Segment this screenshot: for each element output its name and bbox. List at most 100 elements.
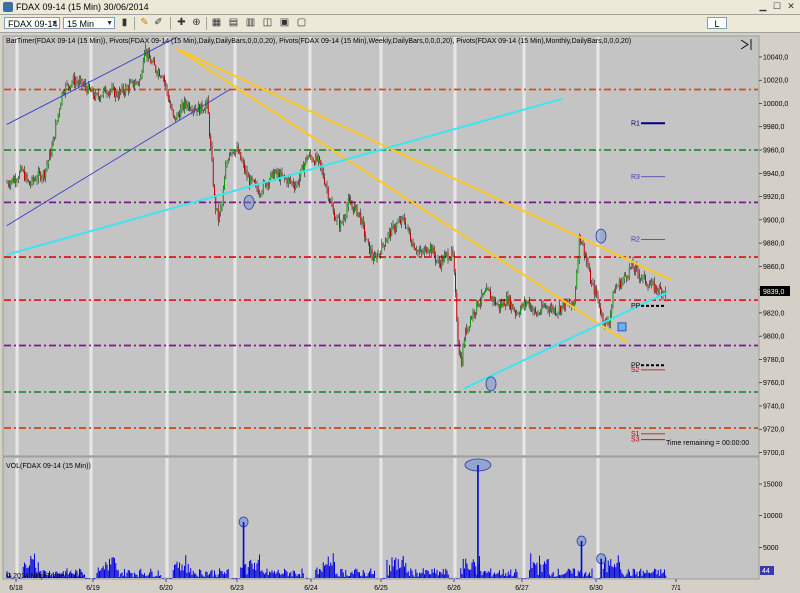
price-bar-body <box>506 295 508 306</box>
toolbar-divider <box>134 17 135 30</box>
price-bar-body <box>487 287 489 290</box>
price-bar-body <box>622 279 624 282</box>
maximize-icon[interactable]: ☐ <box>770 1 784 12</box>
price-bar-body <box>147 52 149 58</box>
properties-icon[interactable]: ▤ <box>227 17 240 29</box>
price-bar-body <box>653 281 655 292</box>
price-bar-body <box>6 182 8 184</box>
price-bar-body <box>387 233 389 240</box>
price-bar-body <box>221 202 223 207</box>
price-bar-body <box>281 172 283 176</box>
price-bar-body <box>374 255 375 261</box>
strategy-icon[interactable]: ◫ <box>261 17 274 29</box>
chart-area[interactable]: R1R3R2PPPPS2S1S3 10040,010020,010000,099… <box>0 33 800 593</box>
pivot-label: S3 <box>631 437 640 444</box>
price-bar-body <box>518 313 520 315</box>
last-price-marker: 9839,0 <box>760 286 790 296</box>
crosshair-icon[interactable]: ✚ <box>175 17 188 29</box>
price-bar-body <box>249 177 250 185</box>
price-bar-body <box>452 249 454 255</box>
pencil-icon[interactable]: ✐ <box>152 17 165 29</box>
price-bar-body <box>637 268 639 274</box>
price-bar-body <box>131 80 133 82</box>
price-bar-body <box>207 99 209 114</box>
price-bar-body <box>215 195 217 210</box>
price-bar-body <box>187 103 189 108</box>
instrument-select[interactable]: FDAX 09-14 ▼ <box>4 17 60 29</box>
zoom-icon[interactable]: ⊕ <box>190 17 203 29</box>
price-bar-body <box>613 291 615 294</box>
price-bar-body <box>200 103 202 115</box>
price-bar-body <box>55 123 57 139</box>
screenshot-icon[interactable]: ▢ <box>295 17 308 29</box>
price-bar-body <box>533 308 535 311</box>
time-axis-label: 6/20 <box>159 585 173 592</box>
price-bar-body <box>495 298 496 305</box>
price-bar-body <box>122 86 124 93</box>
magic-wand-icon[interactable]: ✎ <box>138 17 151 29</box>
price-bar-body <box>415 249 416 251</box>
price-bar-body <box>66 83 68 85</box>
price-bar-body <box>216 208 218 210</box>
price-bar-body <box>553 308 555 312</box>
price-axis-label: 10000,0 <box>763 101 788 108</box>
price-axis-label: 9760,0 <box>763 380 785 387</box>
price-bar-body <box>352 206 354 212</box>
close-icon[interactable]: ✕ <box>784 1 798 12</box>
window-title: FDAX 09-14 (15 Min) 30/06/2014 <box>16 2 149 12</box>
chart-trader-icon[interactable]: ▣ <box>278 17 291 29</box>
price-bar-body <box>537 313 539 316</box>
price-bar-body <box>366 239 368 241</box>
price-bar-body <box>337 217 339 218</box>
bar-chart-icon[interactable]: ▮ <box>118 17 131 29</box>
price-bar-body <box>317 156 319 162</box>
price-bar-body <box>124 92 125 94</box>
price-bar-body <box>255 182 257 184</box>
indicator-icon[interactable]: ▥ <box>244 17 257 29</box>
price-bar-body <box>356 205 358 216</box>
price-bar-body <box>182 103 184 110</box>
price-bar-body <box>246 170 248 178</box>
price-bar-body <box>251 176 253 181</box>
price-bar-body <box>20 167 22 172</box>
price-bar-body <box>376 255 378 260</box>
price-bar-body <box>42 171 44 178</box>
price-bar-body <box>135 81 137 85</box>
price-bar-body <box>307 156 309 160</box>
link-button[interactable]: L <box>707 17 727 29</box>
minimize-icon[interactable]: ▁ <box>756 1 770 12</box>
price-bar-body <box>94 95 95 99</box>
price-axis-label: 9880,0 <box>763 241 785 248</box>
price-bar-body <box>615 287 616 294</box>
price-bar-body <box>437 260 439 261</box>
price-bar-body <box>453 254 455 273</box>
price-bar-body <box>555 308 556 315</box>
volume-panel-header: VOL(FDAX 09-14 (15 Min)) <box>6 463 91 470</box>
volume-axis-label: 15000 <box>763 482 783 489</box>
price-bar-body <box>402 217 404 218</box>
pivot-label: PP <box>631 303 641 310</box>
price-bar-body <box>289 178 290 180</box>
price-bar-body <box>406 227 408 229</box>
price-bar-body <box>285 177 287 179</box>
price-bar-body <box>109 92 110 95</box>
data-box-icon[interactable]: ▦ <box>210 17 223 29</box>
price-axis-label: 9980,0 <box>763 124 785 131</box>
price-bar-body <box>401 217 403 224</box>
price-bar-body <box>271 170 273 174</box>
price-bar-body <box>64 93 65 94</box>
copyright-label: © 2014 NinjaTrader, LLC <box>6 572 83 580</box>
price-bar-body <box>636 266 638 269</box>
price-bar-body <box>10 181 12 186</box>
interval-select[interactable]: 15 Min ▼ <box>63 17 115 29</box>
price-bar-body <box>349 198 350 201</box>
price-bar-body <box>166 84 168 93</box>
price-bar-body <box>60 103 62 110</box>
price-bar-body <box>496 304 498 305</box>
price-bar-body <box>54 137 55 139</box>
price-axis-label: 9800,0 <box>763 334 785 341</box>
price-bar-body <box>587 261 589 268</box>
price-bar-body <box>294 185 295 189</box>
price-bar-body <box>482 292 484 295</box>
price-bar-body <box>472 311 474 319</box>
